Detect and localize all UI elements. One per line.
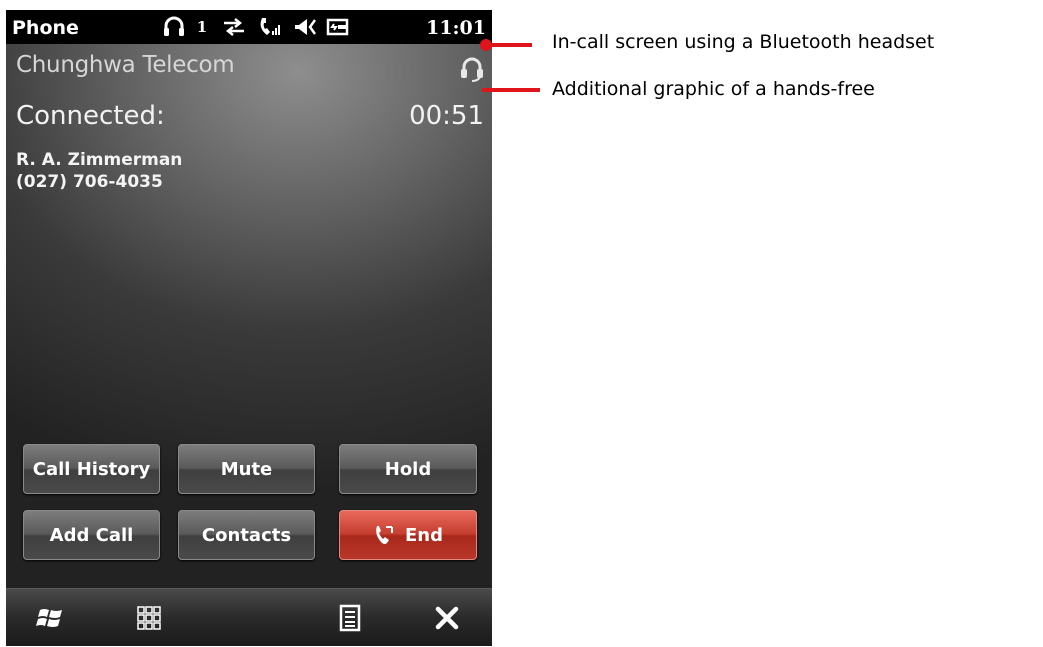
speaker-icon[interactable] (292, 14, 318, 40)
end-label: End (405, 524, 443, 546)
call-signal-icon[interactable] (256, 14, 284, 40)
call-history-label: Call History (32, 458, 151, 480)
contact-name: R. A. Zimmerman (16, 150, 183, 170)
contacts-button[interactable]: Contacts (178, 510, 315, 560)
headset-icon[interactable] (161, 14, 187, 40)
contact-number: (027) 706-4035 (16, 172, 163, 192)
close-icon[interactable] (429, 601, 465, 635)
app-title: Phone (12, 17, 79, 39)
end-call-button[interactable]: End (339, 510, 477, 560)
menu-icon[interactable] (332, 601, 368, 635)
add-call-button[interactable]: Add Call (23, 510, 160, 560)
hold-button[interactable]: Hold (339, 444, 477, 494)
taskbar (6, 588, 492, 646)
status-bar: Phone 1 11:01 (6, 10, 492, 44)
annotation-line-handsfree (482, 88, 540, 92)
carrier-name: Chunghwa Telecom (16, 52, 235, 78)
windows-start-icon[interactable] (33, 601, 69, 635)
add-call-label: Add Call (49, 524, 134, 546)
battery-icon[interactable] (324, 14, 352, 40)
hold-label: Hold (384, 458, 432, 480)
mute-label: Mute (220, 458, 273, 480)
call-history-button[interactable]: Call History (23, 444, 160, 494)
mute-button[interactable]: Mute (178, 444, 315, 494)
phone-icon (373, 524, 395, 546)
contacts-label: Contacts (201, 524, 292, 546)
signal-count: 1 (196, 18, 208, 36)
phone-screen: Phone 1 11:01 Chunghwa Telecom Connected… (6, 10, 492, 646)
annotation-headset: In-call screen using a Bluetooth headset (552, 31, 935, 53)
call-duration: 00:51 (409, 101, 484, 131)
keypad-icon[interactable] (131, 601, 167, 635)
annotation-line-headset (486, 43, 532, 47)
annotation-handsfree: Additional graphic of a hands-free (552, 78, 875, 100)
call-area: Chunghwa Telecom Connected: 00:51 R. A. … (6, 44, 492, 588)
hands-free-icon (458, 54, 486, 82)
status-time: 11:01 (426, 17, 486, 39)
data-sync-icon[interactable] (220, 14, 248, 40)
call-status: Connected: (16, 101, 165, 131)
